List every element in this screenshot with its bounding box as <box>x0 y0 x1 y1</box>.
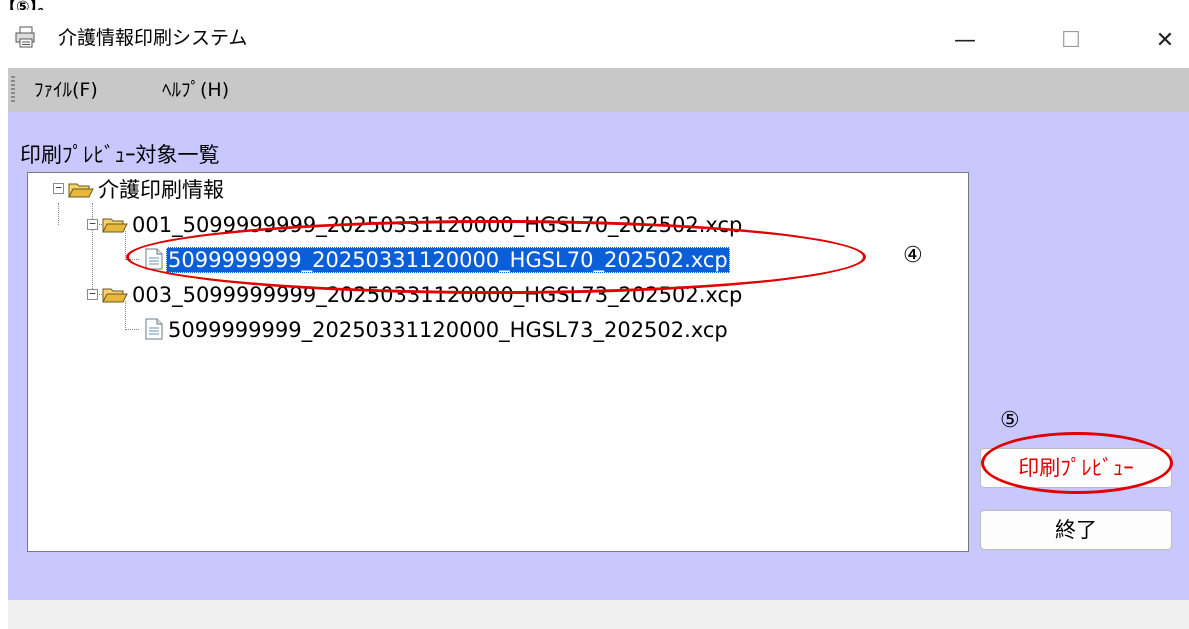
window-title: 介護情報印刷システム <box>58 27 248 49</box>
tree-collapse-toggle[interactable]: − <box>87 288 98 300</box>
main-panel: 印刷ﾌﾟﾚﾋﾞｭｰ対象一覧 − 介護印刷情報 − 001_5099999999_… <box>8 112 1189 600</box>
close-icon: ✕ <box>1155 27 1175 53</box>
tree-connector <box>125 329 139 330</box>
status-bar <box>8 600 1189 629</box>
print-preview-button[interactable]: 印刷ﾌﾟﾚﾋﾞｭｰ <box>980 448 1172 488</box>
close-button[interactable]: ✕ <box>1145 20 1185 60</box>
annotation-marker-4: ④ <box>903 243 923 268</box>
title-bar: 介護情報印刷システム — ☐ ✕ <box>8 12 1189 68</box>
tree-connector <box>125 259 139 260</box>
document-icon <box>145 248 163 270</box>
tree-connector <box>125 301 126 330</box>
tree-connector <box>58 203 59 225</box>
toolbar-grip-icon[interactable] <box>11 76 15 104</box>
tree-file-label-selected[interactable]: 5099999999_20250331120000_HGSL70_202502.… <box>166 247 730 273</box>
tree-file-label[interactable]: 5099999999_20250331120000_HGSL73_202502.… <box>168 317 728 343</box>
open-folder-icon <box>102 286 128 304</box>
open-folder-icon <box>102 216 128 234</box>
app-icon <box>14 26 36 48</box>
annotation-marker-5: ⑤ <box>1000 408 1020 433</box>
document-icon <box>145 318 163 340</box>
print-target-tree[interactable]: − 介護印刷情報 − 001_5099999999_20250331120000… <box>27 172 969 552</box>
tree-folder-label[interactable]: 003_5099999999_20250331120000_HGSL73_202… <box>132 282 742 308</box>
menu-bar: ﾌｧｲﾙ(F) ﾍﾙﾌﾟ(H) <box>8 68 1189 113</box>
open-folder-icon <box>68 181 94 199</box>
exit-button[interactable]: 終了 <box>980 510 1172 550</box>
maximize-button[interactable]: ☐ <box>1051 20 1091 60</box>
tree-connector <box>125 231 126 260</box>
clipped-top-text: 【⑤】。 <box>0 0 54 10</box>
tree-root-label[interactable]: 介護印刷情報 <box>98 177 224 203</box>
tree-collapse-toggle[interactable]: − <box>87 218 98 230</box>
menu-file[interactable]: ﾌｧｲﾙ(F) <box>34 78 98 102</box>
preview-list-label: 印刷ﾌﾟﾚﾋﾞｭｰ対象一覧 <box>20 143 220 167</box>
menu-help[interactable]: ﾍﾙﾌﾟ(H) <box>162 78 229 102</box>
tree-folder-label[interactable]: 001_5099999999_20250331120000_HGSL70_202… <box>132 212 742 238</box>
minimize-button[interactable]: — <box>945 20 985 60</box>
minimize-icon: — <box>954 27 976 53</box>
tree-collapse-toggle[interactable]: − <box>53 182 64 194</box>
maximize-icon: ☐ <box>1061 27 1081 53</box>
